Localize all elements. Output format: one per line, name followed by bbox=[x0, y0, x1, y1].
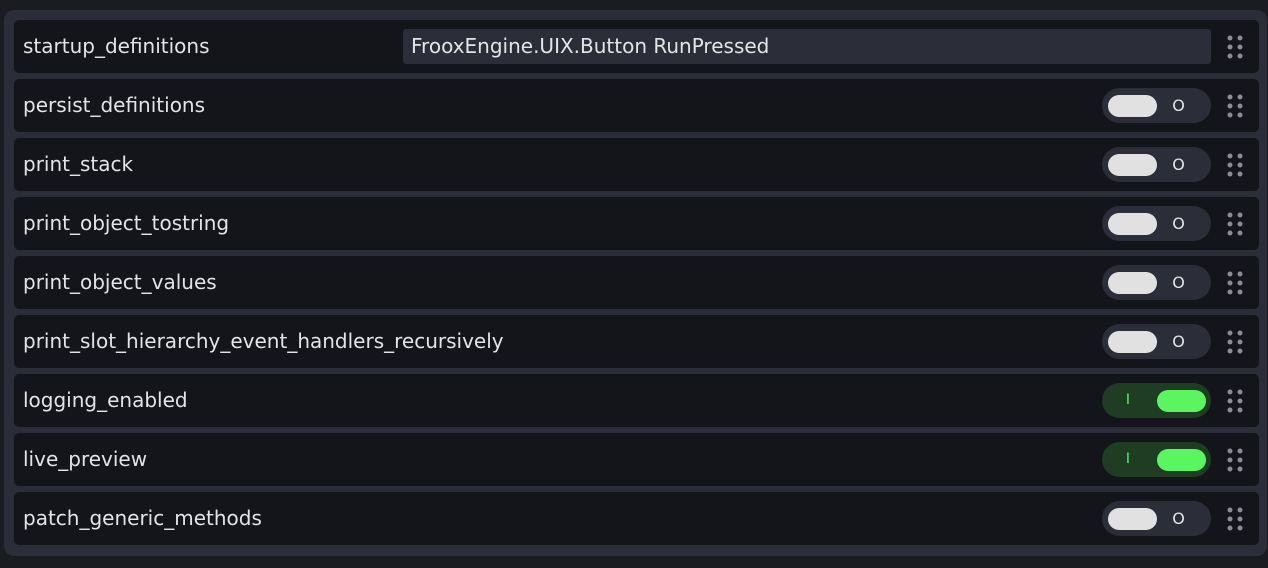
setting-label: print_object_values bbox=[23, 270, 217, 294]
toggle-knob bbox=[1157, 449, 1206, 471]
setting-label: print_slot_hierarchy_event_handlers_recu… bbox=[23, 329, 504, 353]
toggle-knob bbox=[1108, 95, 1157, 117]
setting-row-patch-generic-methods: patch_generic_methods O bbox=[14, 492, 1259, 545]
print-object-values-toggle[interactable]: O bbox=[1102, 265, 1211, 300]
toggle-knob bbox=[1108, 213, 1157, 235]
drag-handle-icon[interactable] bbox=[1226, 447, 1244, 473]
logging-enabled-toggle[interactable]: I bbox=[1102, 383, 1211, 418]
setting-label: live_preview bbox=[23, 447, 148, 471]
print-slot-hierarchy-event-handlers-recursively-toggle[interactable]: O bbox=[1102, 324, 1211, 359]
setting-row-print-object-values: print_object_values O bbox=[14, 256, 1259, 309]
print-object-tostring-toggle[interactable]: O bbox=[1102, 206, 1211, 241]
setting-row-print-stack: print_stack O bbox=[14, 138, 1259, 191]
drag-handle-icon[interactable] bbox=[1226, 388, 1244, 414]
toggle-state-icon: O bbox=[1172, 273, 1185, 292]
toggle-knob bbox=[1108, 272, 1157, 294]
toggle-state-icon: O bbox=[1172, 96, 1185, 115]
toggle-knob bbox=[1157, 390, 1206, 412]
settings-panel: startup_definitions FrooxEngine.UIX.Butt… bbox=[4, 10, 1267, 556]
setting-label: print_object_tostring bbox=[23, 211, 230, 235]
toggle-knob bbox=[1108, 154, 1157, 176]
toggle-state-icon: I bbox=[1125, 451, 1131, 467]
setting-label: persist_definitions bbox=[23, 93, 206, 117]
setting-row-print-slot-hierarchy-event-handlers-recursively: print_slot_hierarchy_event_handlers_recu… bbox=[14, 315, 1259, 368]
drag-handle-icon[interactable] bbox=[1226, 506, 1244, 532]
live-preview-toggle[interactable]: I bbox=[1102, 442, 1211, 477]
setting-row-startup-definitions: startup_definitions FrooxEngine.UIX.Butt… bbox=[14, 20, 1259, 73]
drag-handle-icon[interactable] bbox=[1226, 211, 1244, 237]
toggle-state-icon: O bbox=[1172, 509, 1185, 528]
persist-definitions-toggle[interactable]: O bbox=[1102, 88, 1211, 123]
setting-row-live-preview: live_preview I bbox=[14, 433, 1259, 486]
drag-handle-icon[interactable] bbox=[1226, 329, 1244, 355]
setting-label: print_stack bbox=[23, 152, 134, 176]
toggle-state-icon: O bbox=[1172, 214, 1185, 233]
drag-handle-icon[interactable] bbox=[1226, 152, 1244, 178]
setting-row-logging-enabled: logging_enabled I bbox=[14, 374, 1259, 427]
drag-handle-icon[interactable] bbox=[1226, 34, 1244, 60]
setting-row-print-object-tostring: print_object_tostring O bbox=[14, 197, 1259, 250]
startup-definitions-field[interactable]: FrooxEngine.UIX.Button RunPressed bbox=[403, 29, 1211, 64]
drag-handle-icon[interactable] bbox=[1226, 270, 1244, 296]
patch-generic-methods-toggle[interactable]: O bbox=[1102, 501, 1211, 536]
toggle-knob bbox=[1108, 508, 1157, 530]
setting-label: startup_definitions bbox=[23, 34, 210, 58]
toggle-knob bbox=[1108, 331, 1157, 353]
setting-label: logging_enabled bbox=[23, 388, 188, 412]
toggle-state-icon: O bbox=[1172, 155, 1185, 174]
print-stack-toggle[interactable]: O bbox=[1102, 147, 1211, 182]
settings-list: startup_definitions FrooxEngine.UIX.Butt… bbox=[14, 20, 1259, 551]
setting-label: patch_generic_methods bbox=[23, 506, 262, 530]
setting-row-persist-definitions: persist_definitions O bbox=[14, 79, 1259, 132]
drag-handle-icon[interactable] bbox=[1226, 93, 1244, 119]
toggle-state-icon: O bbox=[1172, 332, 1185, 351]
toggle-state-icon: I bbox=[1125, 392, 1131, 408]
